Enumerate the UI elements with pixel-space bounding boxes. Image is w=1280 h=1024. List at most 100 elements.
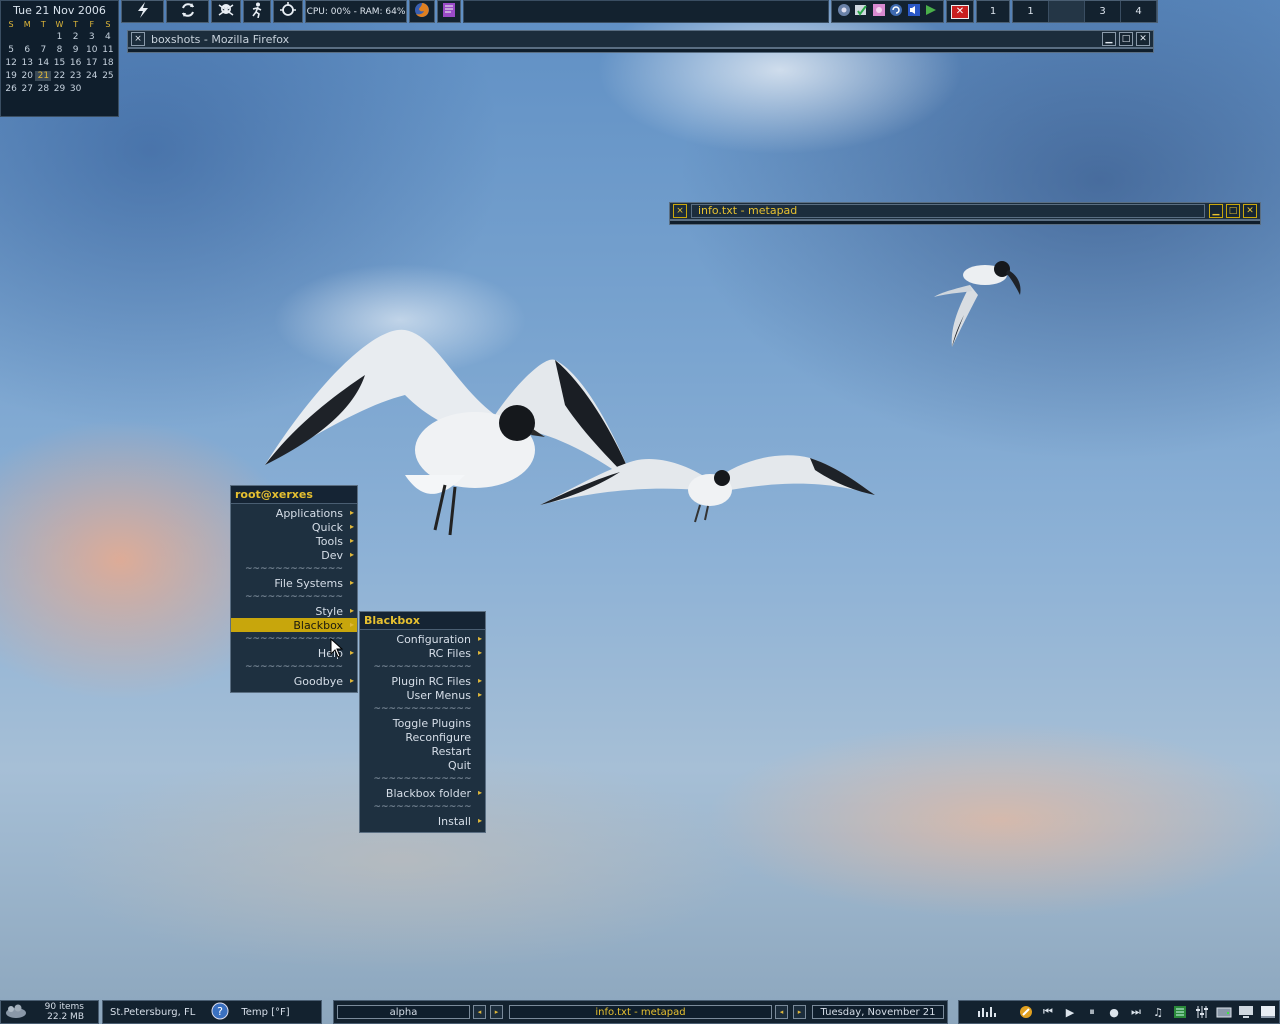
next-icon[interactable]: ⏭ bbox=[1125, 1001, 1147, 1023]
minimize-button[interactable]: ▁ bbox=[1102, 32, 1116, 46]
workspace-4[interactable]: 4 bbox=[1121, 1, 1157, 22]
window-menu-icon[interactable]: ⨯ bbox=[131, 32, 145, 46]
menu-item-quit[interactable]: Quit bbox=[360, 758, 485, 772]
workspace-pager: 1 34 bbox=[1012, 0, 1158, 23]
calendar-day[interactable]: 28 bbox=[35, 84, 51, 94]
active-task-button[interactable]: info.txt - metapad bbox=[509, 1005, 772, 1019]
pause-icon[interactable]: ⏸ bbox=[1081, 1001, 1103, 1023]
workspace-3[interactable]: 3 bbox=[1085, 1, 1121, 22]
calendar-day[interactable]: 11 bbox=[100, 45, 116, 55]
menu-separator: ~~~~~~~~~~~~~ bbox=[373, 802, 472, 812]
menu-item-quick[interactable]: Quick bbox=[231, 520, 357, 534]
maximize-button[interactable]: □ bbox=[1226, 204, 1240, 218]
menu-item-style[interactable]: Style bbox=[231, 604, 357, 618]
calendar-weekday: F bbox=[89, 20, 95, 29]
calendar-day[interactable]: 25 bbox=[100, 71, 116, 81]
calendar-day[interactable]: 15 bbox=[51, 58, 67, 68]
gimp-icon[interactable] bbox=[872, 3, 886, 20]
calendar-day[interactable]: 9 bbox=[68, 45, 84, 55]
launcher-runner[interactable] bbox=[243, 0, 271, 23]
desktop-icon[interactable] bbox=[1257, 1001, 1279, 1023]
menu-item-applications[interactable]: Applications bbox=[231, 506, 357, 520]
calendar-day[interactable]: 18 bbox=[100, 58, 116, 68]
music-icon[interactable]: ♫ bbox=[1147, 1001, 1169, 1023]
menu-item-configuration[interactable]: Configuration bbox=[360, 632, 485, 646]
metapad-window-titlebar[interactable]: ⨯ info.txt - metapad ▁ □ ✕ bbox=[669, 202, 1261, 220]
close-window-button[interactable]: ✕ bbox=[1136, 32, 1150, 46]
media-player-icon[interactable] bbox=[1015, 1001, 1037, 1023]
menu-item-rc-files[interactable]: RC Files bbox=[360, 646, 485, 660]
task-prev-button[interactable]: ◂ bbox=[775, 1005, 788, 1019]
calendar-day[interactable]: 29 bbox=[51, 84, 67, 94]
play-icon[interactable]: ▶ bbox=[1059, 1001, 1081, 1023]
minimize-button[interactable]: ▁ bbox=[1209, 204, 1223, 218]
calendar-day[interactable]: 19 bbox=[3, 71, 19, 81]
calendar-day[interactable]: 23 bbox=[68, 71, 84, 81]
mail-count[interactable]: 1 bbox=[976, 0, 1010, 23]
weather-widget[interactable]: St.Petersburg, FL ? Temp [°F] bbox=[102, 1000, 322, 1024]
package-check-icon[interactable] bbox=[854, 3, 868, 20]
calendar-day[interactable]: 26 bbox=[3, 84, 19, 94]
calendar-day[interactable]: 1 bbox=[51, 32, 67, 42]
calendar-day[interactable]: 30 bbox=[68, 84, 84, 94]
calendar-day[interactable]: 7 bbox=[35, 45, 51, 55]
close-window-button[interactable]: ✕ bbox=[1243, 204, 1257, 218]
menu-item-install[interactable]: Install bbox=[360, 814, 485, 828]
drive-icon[interactable] bbox=[1213, 1001, 1235, 1023]
calendar-day[interactable]: 5 bbox=[3, 45, 19, 55]
menu-item-reconfigure[interactable]: Reconfigure bbox=[360, 730, 485, 744]
calendar-day[interactable]: 24 bbox=[84, 71, 100, 81]
menu-item-goodbye[interactable]: Goodbye bbox=[231, 674, 357, 688]
launcher-skull[interactable] bbox=[211, 0, 241, 23]
network-icon[interactable] bbox=[837, 3, 851, 20]
workspace-next-button[interactable]: ▸ bbox=[490, 1005, 503, 1019]
volume-icon[interactable] bbox=[907, 3, 921, 20]
task-next-button[interactable]: ▸ bbox=[793, 1005, 806, 1019]
playlist-icon[interactable] bbox=[1169, 1001, 1191, 1023]
menu-item-blackbox-folder[interactable]: Blackbox folder bbox=[360, 786, 485, 800]
calendar-day[interactable]: 3 bbox=[84, 32, 100, 42]
calendar-day[interactable]: 17 bbox=[84, 58, 100, 68]
equalizer-icon[interactable] bbox=[1191, 1001, 1213, 1023]
menu-item-blackbox[interactable]: Blackbox bbox=[231, 618, 357, 632]
calendar-day[interactable]: 16 bbox=[68, 58, 84, 68]
calendar-day[interactable]: 13 bbox=[19, 58, 35, 68]
workspace-2[interactable] bbox=[1049, 1, 1085, 22]
calendar-day[interactable]: 8 bbox=[51, 45, 67, 55]
prev-icon[interactable]: ⏮ bbox=[1037, 1001, 1059, 1023]
calendar-day[interactable]: 22 bbox=[51, 71, 67, 81]
firefox-window-titlebar[interactable]: ⨯ boxshots - Mozilla Firefox ▁ □ ✕ bbox=[127, 30, 1154, 48]
calendar-day[interactable]: 2 bbox=[68, 32, 84, 42]
display-icon[interactable] bbox=[1235, 1001, 1257, 1023]
menu-item-user-menus[interactable]: User Menus bbox=[360, 688, 485, 702]
update-icon[interactable] bbox=[889, 3, 903, 20]
calendar-day[interactable]: 12 bbox=[3, 58, 19, 68]
stop-icon[interactable]: ● bbox=[1103, 1001, 1125, 1023]
launcher-recycle[interactable] bbox=[273, 0, 303, 23]
close-all-button[interactable]: ✕ bbox=[946, 0, 974, 23]
menu-item-plugin-rc-files[interactable]: Plugin RC Files bbox=[360, 674, 485, 688]
menu-item-toggle-plugins[interactable]: Toggle Plugins bbox=[360, 716, 485, 730]
firefox-launcher[interactable] bbox=[409, 0, 435, 23]
notes-launcher[interactable] bbox=[437, 0, 461, 23]
menu-item-tools[interactable]: Tools bbox=[231, 534, 357, 548]
download-icon[interactable] bbox=[924, 3, 938, 20]
maximize-button[interactable]: □ bbox=[1119, 32, 1133, 46]
workspace-1[interactable]: 1 bbox=[1013, 1, 1049, 22]
calendar-day[interactable]: 14 bbox=[35, 58, 51, 68]
calendar-day[interactable]: 20 bbox=[19, 71, 35, 81]
launcher-refresh[interactable] bbox=[166, 0, 209, 23]
calendar-day[interactable]: 27 bbox=[19, 84, 35, 94]
menu-item-restart[interactable]: Restart bbox=[360, 744, 485, 758]
menu-item-dev[interactable]: Dev bbox=[231, 548, 357, 562]
window-menu-icon[interactable]: ⨯ bbox=[673, 204, 687, 218]
calendar-day[interactable]: 10 bbox=[84, 45, 100, 55]
workspace-prev-button[interactable]: ◂ bbox=[473, 1005, 486, 1019]
trash-widget[interactable]: 90 items 22.2 MB bbox=[0, 1000, 99, 1024]
launcher-bolt[interactable] bbox=[121, 0, 164, 23]
calendar-day[interactable]: 4 bbox=[100, 32, 116, 42]
calendar-day[interactable]: 21 bbox=[35, 71, 52, 81]
menu-item-file-systems[interactable]: File Systems bbox=[231, 576, 357, 590]
calendar-day[interactable]: 6 bbox=[19, 45, 35, 55]
calendar-widget[interactable]: Tue 21 Nov 2006 S M T W T F S 1 2 3 4 5 6 7 8 9 10 11 12 13… bbox=[0, 0, 119, 117]
